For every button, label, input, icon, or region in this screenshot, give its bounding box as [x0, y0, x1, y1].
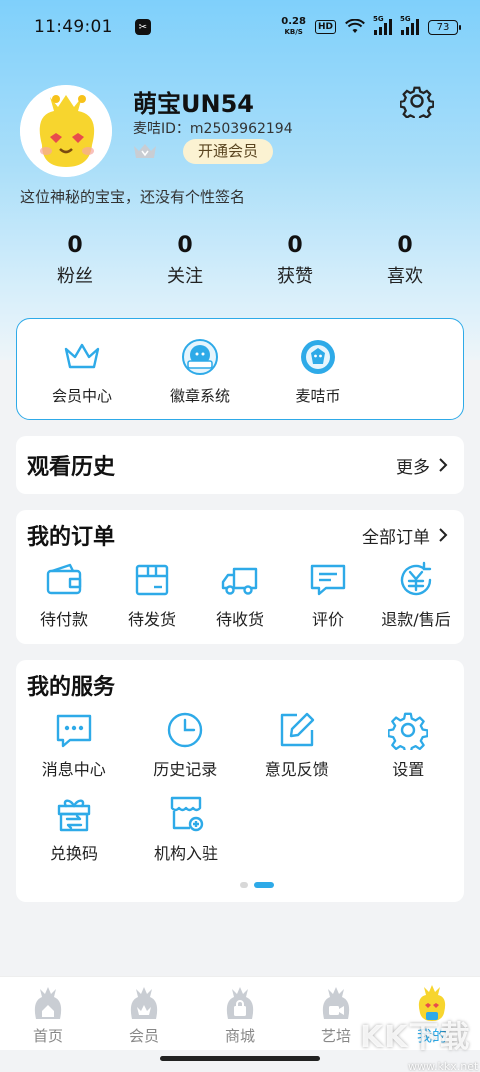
package-icon [135, 564, 169, 596]
stats-row: 0 粉丝 0 关注 0 获赞 0 喜欢 [20, 232, 460, 288]
watermark-url: www.kkx.net [408, 1060, 479, 1072]
my-orders-card: 我的订单 全部订单 待付款 待发货 待收货 评价 退款/售后 [16, 510, 464, 644]
vip-icon [130, 987, 158, 1019]
tab-vip[interactable]: 会员 [96, 977, 192, 1050]
coin-button[interactable]: 麦咭币 [259, 319, 377, 419]
order-pending-shipment[interactable]: 待发货 [108, 560, 196, 630]
gear-icon[interactable] [400, 84, 434, 118]
stat-likes-received[interactable]: 0 获赞 [240, 232, 350, 288]
watch-history-card[interactable]: 观看历史 更多 [16, 436, 464, 494]
chevron-right-icon [439, 528, 448, 542]
signal-icon-2: 5G [400, 15, 419, 35]
signature: 这位神秘的宝宝，还没有个性签名 [20, 188, 246, 206]
stat-following[interactable]: 0 关注 [130, 232, 240, 288]
home-indicator[interactable] [160, 1056, 320, 1061]
coin-icon [301, 340, 335, 374]
mascot-avatar-icon [20, 85, 112, 177]
home-icon [34, 987, 62, 1019]
gear-icon [388, 712, 429, 750]
watch-history-title: 观看历史 [27, 455, 116, 480]
page-indicator [240, 882, 274, 888]
all-orders-link[interactable]: 全部订单 [362, 523, 448, 548]
order-pending-payment[interactable]: 待付款 [20, 560, 108, 630]
redeem-code-button[interactable]: 兑换码 [18, 794, 130, 864]
my-services-card: 我的服务 消息中心 历史记录 意见反馈 设置 兑换码 机构入驻 [16, 660, 464, 902]
training-icon [322, 987, 350, 1019]
stat-fans[interactable]: 0 粉丝 [20, 232, 130, 288]
order-pending-receipt[interactable]: 待收货 [196, 560, 284, 630]
institution-join-button[interactable]: 机构入驻 [130, 794, 242, 864]
my-orders-title: 我的订单 [27, 525, 116, 550]
quick-entry-card: 会员中心 徽章系统 麦咭币 [16, 318, 464, 420]
chevron-right-icon [439, 458, 448, 472]
avatar[interactable] [20, 85, 112, 177]
page-dot [240, 882, 248, 888]
watermark-logo: KK下载 [360, 1020, 471, 1055]
status-time: 11:49:01 [34, 17, 113, 37]
history-record-button[interactable]: 历史记录 [130, 710, 242, 780]
page-dot-active [254, 882, 274, 888]
shop-icon [226, 987, 254, 1019]
badge-system-button[interactable]: 徽章系统 [141, 319, 259, 419]
battery-icon: 73 [428, 19, 461, 35]
member-center-button[interactable]: 会员中心 [23, 319, 141, 419]
user-id: 麦咭ID：m2503962194 [133, 121, 293, 137]
message-center-button[interactable]: 消息中心 [18, 710, 130, 780]
my-services-title: 我的服务 [27, 675, 116, 700]
username: 萌宝UN54 [133, 90, 254, 118]
status-bar: 11:49:01 ✂ 0.28 KB/S HD 5G 5G 73 [0, 0, 480, 54]
header-background [0, 0, 480, 360]
rank-crown-icon [134, 144, 156, 158]
tab-home[interactable]: 首页 [0, 977, 96, 1050]
gift-icon [57, 799, 91, 832]
crown-icon [64, 343, 100, 369]
history-more-link[interactable]: 更多 [396, 453, 448, 478]
open-vip-button[interactable]: 开通会员 [183, 139, 274, 164]
order-refund[interactable]: 退款/售后 [372, 560, 460, 630]
wifi-icon [345, 19, 365, 33]
net-speed: 0.28 KB/S [281, 16, 306, 37]
tab-shop[interactable]: 商城 [192, 977, 288, 1050]
capcut-icon: ✂ [134, 19, 151, 35]
refund-icon [400, 561, 432, 596]
wallet-icon [46, 563, 82, 595]
truck-icon [221, 567, 258, 595]
stat-favorites[interactable]: 0 喜欢 [350, 232, 460, 288]
badge-icon [182, 339, 218, 375]
clock-icon [168, 712, 203, 748]
store-icon [170, 796, 204, 832]
message-icon [56, 714, 91, 748]
signal-icon: 5G [373, 15, 392, 35]
order-review[interactable]: 评价 [284, 560, 372, 630]
edit-icon [280, 712, 314, 747]
feedback-button[interactable]: 意见反馈 [241, 710, 353, 780]
hd-icon: HD [314, 20, 336, 34]
comment-icon [310, 564, 346, 596]
settings-button[interactable]: 设置 [353, 710, 465, 780]
